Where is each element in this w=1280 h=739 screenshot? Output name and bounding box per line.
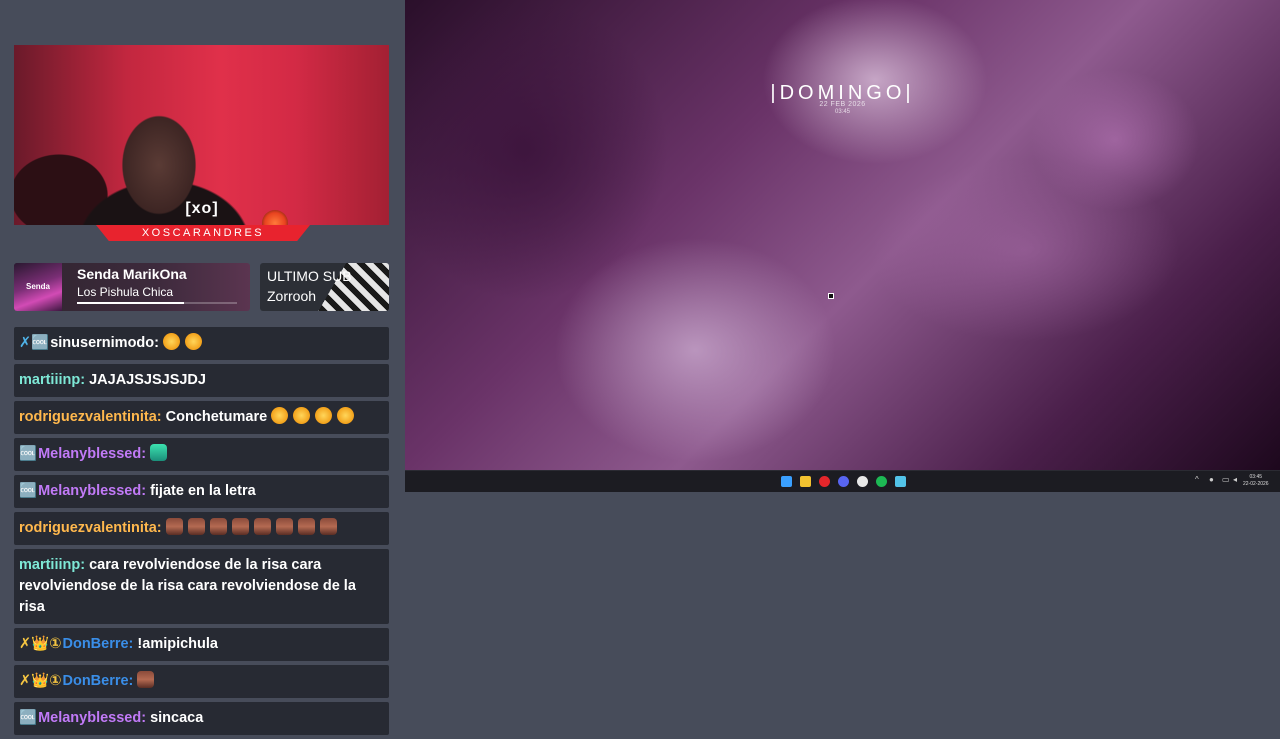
- chat-message: rodriguezvalentinita: Conchetumare: [14, 401, 389, 434]
- chat-text: sincaca: [150, 710, 204, 726]
- chat-username[interactable]: DonBerre:: [62, 636, 137, 652]
- spotify-icon[interactable]: [876, 476, 887, 487]
- chat-text: Conchetumare: [165, 409, 272, 425]
- stream-overlay-panel: [xo] XOSCARANDRES Senda MarikOna Senda M…: [0, 0, 405, 735]
- opera-icon[interactable]: [819, 476, 830, 487]
- laugh-emote-icon: [315, 407, 333, 424]
- chat-text: JAJAJSJSJSJDJ: [89, 372, 206, 388]
- user-badge-icon: 🆒: [19, 483, 38, 499]
- desktop-wallpaper: |DOMINGO| 22 FEB 2026 03:45: [405, 0, 1280, 470]
- mouse-cursor: [828, 293, 834, 299]
- chat-username[interactable]: DonBerre:: [62, 673, 137, 689]
- taskbar: ^ ● ▭ ◂ 03:45 22-02-2026: [405, 470, 1280, 492]
- chat-text: !amipichula: [137, 636, 218, 652]
- chat-username[interactable]: martiiinp:: [19, 372, 89, 388]
- tray-time: 03:45: [1249, 474, 1263, 480]
- user-badge-icon: ✗🆒: [19, 335, 50, 351]
- chat-message: martiiinp: JAJAJSJSJSJDJ: [14, 364, 389, 397]
- user-badge-icon: ✗👑①: [19, 673, 62, 689]
- chat-username[interactable]: Melanyblessed:: [38, 446, 150, 462]
- chat-message: martiiinp: cara revolviendose de la risa…: [14, 549, 389, 624]
- face-emote-icon: [319, 518, 337, 535]
- last-sub-label: ULTIMO SUB: [267, 268, 352, 284]
- network-icon[interactable]: ▭: [1222, 475, 1230, 484]
- face-emote-icon: [253, 518, 271, 535]
- discord-icon[interactable]: [838, 476, 849, 487]
- chat-username[interactable]: Melanyblessed:: [38, 483, 150, 499]
- chrome-icon[interactable]: [857, 476, 868, 487]
- now-playing-widget: Senda MarikOna Senda MarikOna Los Pishul…: [14, 263, 250, 311]
- chat-message: ✗👑①DonBerre:: [14, 665, 389, 698]
- laugh-emote-icon: [163, 333, 181, 350]
- chat-username[interactable]: Melanyblessed:: [38, 710, 150, 726]
- chat-message: 🆒Melanyblessed:: [14, 438, 389, 471]
- tray-chevron-icon[interactable]: ^: [1195, 475, 1199, 484]
- file-explorer-icon[interactable]: [800, 476, 811, 487]
- chat-message: rodriguezvalentinita:: [14, 512, 389, 545]
- last-sub-name: Zorrooh: [267, 288, 317, 304]
- clock-time: 03:45: [834, 109, 850, 115]
- song-progress-bar: [77, 302, 237, 304]
- laugh-emote-icon: [185, 333, 203, 350]
- face-emote-icon: [275, 518, 293, 535]
- chat-message: 🆒Melanyblessed: sincaca: [14, 702, 389, 735]
- tray-date: 22-02-2026: [1243, 481, 1269, 487]
- chair-emote-icon: [150, 444, 168, 461]
- laugh-emote-icon: [271, 407, 289, 424]
- windows-start-icon[interactable]: [781, 476, 792, 487]
- chat-message: ✗👑①DonBerre: !amipichula: [14, 628, 389, 661]
- chat-username[interactable]: martiiinp:: [19, 557, 89, 573]
- laugh-emote-icon: [337, 407, 355, 424]
- laugh-emote-icon: [293, 407, 311, 424]
- user-badge-icon: 🆒: [19, 710, 38, 726]
- microphone-icon[interactable]: ●: [1209, 475, 1214, 484]
- chat-username[interactable]: sinusernimodo:: [50, 335, 163, 351]
- song-title: Senda MarikOna: [77, 266, 187, 282]
- streamer-name-banner: XOSCARANDRES: [96, 225, 310, 241]
- chat-username[interactable]: rodriguezvalentinita:: [19, 520, 166, 536]
- album-art: Senda MarikOna: [14, 263, 62, 311]
- user-badge-icon: ✗👑①: [19, 636, 62, 652]
- clock-date: 22 FEB 2026: [819, 101, 866, 108]
- user-badge-icon: 🆒: [19, 446, 38, 462]
- face-emote-icon: [187, 518, 205, 535]
- chat-message: 🆒Melanyblessed: fijate en la letra: [14, 475, 389, 508]
- face-emote-icon: [297, 518, 315, 535]
- last-sub-widget: ULTIMO SUB Zorrooh: [260, 263, 389, 311]
- face-emote-icon: [231, 518, 249, 535]
- tray-clock[interactable]: 03:45 22-02-2026: [1243, 474, 1269, 488]
- channel-logo: [xo]: [185, 200, 219, 217]
- song-progress-fill: [77, 302, 185, 304]
- webcam-feed: [xo]: [14, 45, 389, 225]
- face-emote-icon: [165, 518, 183, 535]
- chat-text: fijate en la letra: [150, 483, 256, 499]
- chat-message: ✗🆒sinusernimodo:: [14, 327, 389, 360]
- volume-icon[interactable]: ◂: [1233, 475, 1237, 484]
- chat-username[interactable]: rodriguezvalentinita:: [19, 409, 166, 425]
- face-emote-icon: [137, 671, 155, 688]
- microphone-image: [262, 210, 288, 225]
- notepad-icon[interactable]: [895, 476, 906, 487]
- song-artist: Los Pishula Chica: [77, 285, 174, 299]
- face-emote-icon: [209, 518, 227, 535]
- chat-feed: ✗🆒sinusernimodo: martiiinp: JAJAJSJSJSJD…: [14, 327, 389, 739]
